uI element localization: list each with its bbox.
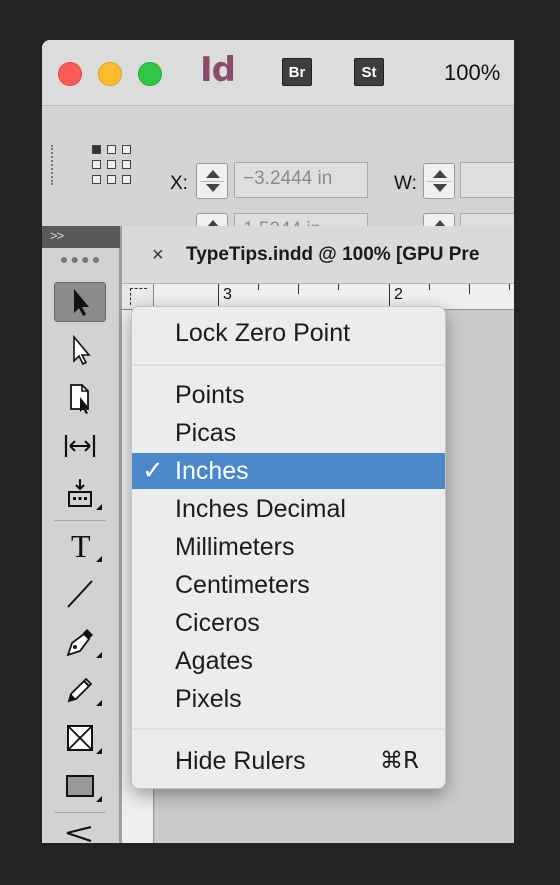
bridge-button[interactable]: Br [282,58,312,86]
menu-item-inches[interactable]: ✓ Inches [132,453,445,489]
line-tool-icon[interactable] [54,574,106,614]
menu-item-millimeters[interactable]: Millimeters [132,529,445,565]
type-tool-icon[interactable]: T [54,526,106,566]
menu-item-label: Ciceros [175,609,260,637]
indesign-logo: Id [200,50,236,90]
menu-item-picas[interactable]: Picas [132,415,445,451]
svg-text:T: T [71,529,91,563]
ruler-label: 3 [223,286,232,303]
menu-item-hide-rulers[interactable]: Hide Rulers ⌘R [132,743,445,779]
menu-shortcut: ⌘R [380,748,419,774]
menu-item-label: Hide Rulers [175,747,306,775]
tools-panel-grip[interactable] [61,257,99,263]
menu-item-label: Agates [175,647,253,675]
x-field[interactable]: −3.2444 in [234,162,368,198]
menu-item-ciceros[interactable]: Ciceros [132,605,445,641]
rectangle-frame-tool-icon[interactable] [54,718,106,758]
zoom-level[interactable]: 100% [444,60,500,86]
minimize-window-button[interactable] [98,62,122,86]
panel-grip[interactable] [51,145,54,185]
w-stepper[interactable] [423,163,455,199]
x-stepper[interactable] [196,163,228,199]
menu-item-pixels[interactable]: Pixels [132,681,445,717]
content-collector-tool-icon[interactable] [54,474,106,514]
menu-item-label: Points [175,381,245,409]
menu-item-label: Lock Zero Point [175,319,351,347]
checkmark-icon: ✓ [142,456,164,486]
reference-point-icon[interactable] [92,145,132,185]
collapse-icon[interactable]: >> [50,228,64,243]
menu-item-lock-zero-point[interactable]: Lock Zero Point [132,315,445,351]
close-tab-icon[interactable]: × [152,244,164,267]
menu-item-points[interactable]: Points [132,377,445,413]
selection-tool-icon[interactable] [54,282,106,322]
x-label: X: [170,173,188,194]
tools-panel: >> T [42,226,120,843]
menu-item-label: Centimeters [175,571,310,599]
pen-tool-icon[interactable] [54,622,106,662]
close-window-button[interactable] [58,62,82,86]
menu-item-inches-decimal[interactable]: Inches Decimal [132,491,445,527]
rectangle-tool-icon[interactable] [54,766,106,806]
gap-tool-icon[interactable] [54,426,106,466]
direct-selection-tool-icon[interactable] [54,330,106,370]
scissors-tool-icon[interactable] [54,820,106,843]
menu-item-label: Inches [175,457,249,485]
tools-panel-header[interactable]: >> [42,226,120,248]
w-field[interactable] [460,162,514,198]
pencil-tool-icon[interactable] [54,670,106,710]
w-label: W: [394,173,417,194]
ruler-label: 2 [394,286,403,303]
document-tab[interactable]: × TypeTips.indd @ 100% [GPU Pre [122,226,514,284]
ruler-units-menu: Lock Zero Point Points Picas ✓ Inches Inc… [131,306,446,789]
menu-item-label: Millimeters [175,533,295,561]
menu-item-label: Inches Decimal [175,495,346,523]
menu-item-label: Pixels [175,685,242,713]
title-bar: Id Br St 100% [42,40,514,106]
stock-button[interactable]: St [354,58,384,86]
zoom-window-button[interactable] [138,62,162,86]
menu-item-label: Picas [175,419,237,447]
menu-item-centimeters[interactable]: Centimeters [132,567,445,603]
document-tab-title[interactable]: TypeTips.indd @ 100% [GPU Pre [186,244,479,266]
menu-item-agates[interactable]: Agates [132,643,445,679]
page-tool-icon[interactable] [54,378,106,418]
